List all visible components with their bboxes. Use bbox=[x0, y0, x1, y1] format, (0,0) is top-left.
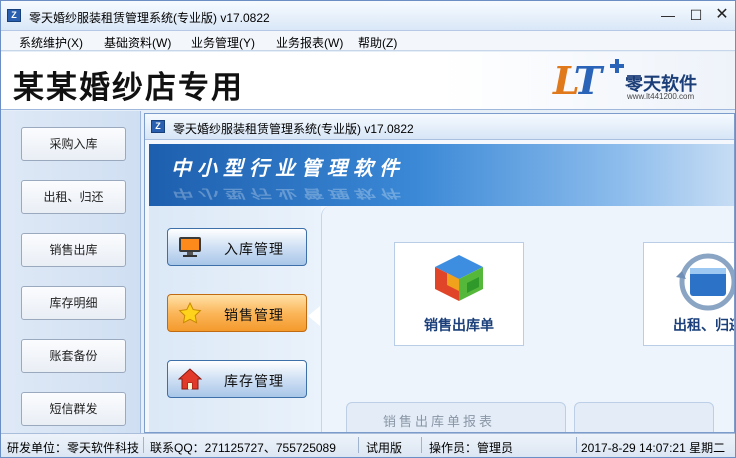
menu-base-data[interactable]: 基础资料(W) bbox=[104, 34, 171, 51]
logo-url: www.lt441200.com bbox=[627, 92, 695, 101]
inner-window-title: 零天婚纱服装租赁管理系统(专业版) v17.0822 bbox=[173, 122, 414, 136]
close-button[interactable]: ✕ bbox=[712, 7, 732, 25]
status-datetime: 2017-8-29 14:07:21 星期二 bbox=[581, 441, 726, 455]
tile-sales-out-order[interactable]: 销售出库单 bbox=[394, 242, 524, 346]
nav-rent-return[interactable]: 出租、归还 bbox=[21, 180, 126, 214]
plus-icon bbox=[610, 59, 624, 73]
house-icon bbox=[178, 368, 202, 390]
status-divider bbox=[143, 437, 144, 453]
banner-slogan-reflection: 中小型行业管理软件 bbox=[171, 186, 405, 201]
company-logo: LT 零天软件 www.lt441200.com bbox=[553, 58, 703, 106]
menu-bar: 系统维护(X) 基础资料(W) 业务管理(Y) 业务报表(W) 帮助(Z) bbox=[1, 31, 735, 51]
banner-slogan: 中小型行业管理软件 bbox=[171, 156, 405, 180]
menu-system[interactable]: 系统维护(X) bbox=[19, 34, 83, 51]
puzzle-blocks-icon bbox=[435, 255, 483, 301]
app-icon: Z bbox=[151, 120, 165, 133]
report-section[interactable]: 销售出库单报表 bbox=[346, 402, 566, 432]
status-developer: 研发单位：零天软件科技 bbox=[7, 441, 140, 455]
status-qq: 联系QQ：271125727、755725089 bbox=[150, 441, 336, 455]
menu-business[interactable]: 业务管理(Y) bbox=[191, 34, 255, 51]
status-divider bbox=[358, 437, 359, 453]
nav-account-backup[interactable]: 账套备份 bbox=[21, 339, 126, 373]
status-divider bbox=[421, 437, 422, 453]
report-label: 销售出库单报表 bbox=[383, 414, 496, 429]
module-sales-button[interactable]: 销售管理 bbox=[167, 294, 307, 332]
tile-label: 销售出库单 bbox=[424, 317, 494, 333]
active-pointer bbox=[308, 306, 320, 326]
inner-window: Z 零天婚纱服装租赁管理系统(专业版) v17.0822 中小型行业管理软件 中… bbox=[144, 113, 735, 433]
module-stock-in-button[interactable]: 入库管理 bbox=[167, 228, 307, 266]
report-section-secondary[interactable] bbox=[574, 402, 714, 432]
app-icon: Z bbox=[7, 9, 21, 22]
status-operator: 操作员：管理员 bbox=[429, 441, 514, 455]
shop-banner: 某某婚纱店专用 LT 零天软件 www.lt441200.com bbox=[1, 52, 735, 110]
nav-stock-detail[interactable]: 库存明细 bbox=[21, 286, 126, 320]
window-title: 零天婚纱服装租赁管理系统(专业版) v17.0822 bbox=[29, 11, 270, 25]
tile-rent-return[interactable]: 出租、归还 bbox=[643, 242, 734, 346]
logo-mark: LT bbox=[553, 58, 602, 103]
title-bar: Z 零天婚纱服装租赁管理系统(专业版) v17.0822 — ☐ ✕ bbox=[1, 1, 735, 31]
star-icon bbox=[178, 302, 202, 324]
menu-reports[interactable]: 业务报表(W) bbox=[276, 34, 343, 51]
nav-purchase-in[interactable]: 采购入库 bbox=[21, 127, 126, 161]
main-window: Z 零天婚纱服装租赁管理系统(专业版) v17.0822 — ☐ ✕ 系统维护(… bbox=[0, 0, 736, 458]
module-label: 销售管理 bbox=[224, 307, 284, 323]
module-inventory-button[interactable]: 库存管理 bbox=[167, 360, 307, 398]
nav-sms-broadcast[interactable]: 短信群发 bbox=[21, 392, 126, 426]
module-panel: 入库管理 销售管理 库存管理 bbox=[149, 206, 321, 432]
tile-label: 出租、归还 bbox=[673, 317, 734, 333]
shop-title: 某某婚纱店专用 bbox=[13, 70, 244, 106]
inner-title-bar: Z 零天婚纱服装租赁管理系统(专业版) v17.0822 bbox=[145, 114, 734, 140]
module-label: 入库管理 bbox=[224, 241, 284, 257]
status-bar: 研发单位：零天软件科技 联系QQ：271125727、755725089 试用版… bbox=[1, 433, 735, 457]
refresh-window-icon bbox=[676, 253, 734, 311]
module-label: 库存管理 bbox=[224, 373, 284, 389]
nav-sales-out[interactable]: 销售出库 bbox=[21, 233, 126, 267]
maximize-button[interactable]: ☐ bbox=[686, 7, 706, 25]
module-content: 销售出库单 出租、归还 销售出库单报表 bbox=[321, 206, 734, 432]
minimize-button[interactable]: — bbox=[658, 7, 678, 25]
left-nav: 采购入库 出租、归还 销售出库 库存明细 账套备份 短信群发 bbox=[1, 111, 141, 433]
status-edition: 试用版 bbox=[366, 441, 403, 455]
software-banner: 中小型行业管理软件 中小型行业管理软件 bbox=[149, 144, 734, 206]
monitor-icon bbox=[179, 237, 201, 257]
status-divider bbox=[576, 437, 577, 453]
menu-help[interactable]: 帮助(Z) bbox=[358, 34, 397, 51]
